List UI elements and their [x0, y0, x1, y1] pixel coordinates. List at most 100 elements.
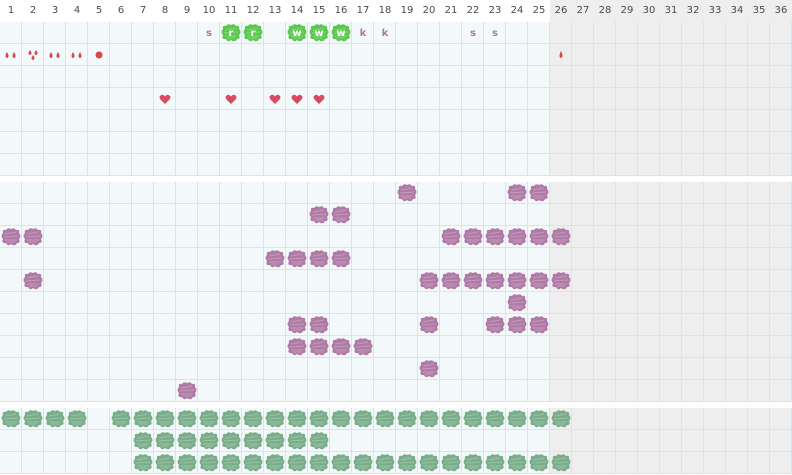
grid-cell[interactable]: [616, 380, 638, 402]
grid-cell[interactable]: [616, 88, 638, 110]
grid-cell[interactable]: [528, 22, 550, 44]
grid-cell[interactable]: [682, 182, 704, 204]
grid-cell[interactable]: [682, 270, 704, 292]
grid-cell[interactable]: [44, 66, 66, 88]
grid-cell[interactable]: [176, 248, 198, 270]
grid-cell[interactable]: [550, 292, 572, 314]
grid-cell[interactable]: [770, 270, 792, 292]
purple-check-icon[interactable]: [550, 270, 572, 292]
grid-cell[interactable]: [726, 88, 748, 110]
grid-cell[interactable]: [572, 226, 594, 248]
grid-cell[interactable]: [550, 88, 572, 110]
grid-cell[interactable]: [220, 154, 242, 176]
grid-cell[interactable]: [44, 358, 66, 380]
grid-cell[interactable]: [726, 408, 748, 430]
grid-cell[interactable]: [704, 132, 726, 154]
grid-cell[interactable]: [308, 182, 330, 204]
grid-cell[interactable]: [440, 336, 462, 358]
grid-cell[interactable]: [440, 314, 462, 336]
grid-cell[interactable]: [770, 336, 792, 358]
grid-cell[interactable]: [110, 110, 132, 132]
grid-cell[interactable]: [528, 248, 550, 270]
purple-check-icon[interactable]: [330, 336, 352, 358]
purple-check-icon[interactable]: [440, 226, 462, 248]
grid-cell[interactable]: [132, 270, 154, 292]
green-check-icon[interactable]: [286, 452, 308, 474]
green-check-icon[interactable]: [110, 408, 132, 430]
grid-cell[interactable]: [462, 44, 484, 66]
grid-cell[interactable]: [374, 88, 396, 110]
grid-cell[interactable]: [0, 430, 22, 452]
grid-cell[interactable]: [396, 430, 418, 452]
grid-cell[interactable]: [110, 336, 132, 358]
grid-cell[interactable]: [198, 380, 220, 402]
grid-cell[interactable]: [594, 182, 616, 204]
grid-cell[interactable]: [704, 110, 726, 132]
grid-cell[interactable]: [616, 110, 638, 132]
grid-cell[interactable]: [396, 44, 418, 66]
grid-cell[interactable]: [66, 380, 88, 402]
grid-cell[interactable]: [44, 248, 66, 270]
grid-cell[interactable]: [352, 226, 374, 248]
grid-cell[interactable]: [110, 154, 132, 176]
grid-cell[interactable]: [638, 358, 660, 380]
grid-cell[interactable]: [0, 336, 22, 358]
grid-cell[interactable]: [550, 154, 572, 176]
grid-cell[interactable]: [660, 270, 682, 292]
grid-cell[interactable]: [286, 154, 308, 176]
grid-cell[interactable]: [66, 358, 88, 380]
grid-cell[interactable]: [374, 380, 396, 402]
grid-cell[interactable]: [418, 204, 440, 226]
green-check-icon[interactable]: [308, 408, 330, 430]
grid-cell[interactable]: [396, 314, 418, 336]
grid-cell[interactable]: [726, 358, 748, 380]
grid-cell[interactable]: [198, 248, 220, 270]
grid-cell[interactable]: [550, 132, 572, 154]
grid-cell[interactable]: [154, 358, 176, 380]
green-check-icon[interactable]: [484, 408, 506, 430]
grid-cell[interactable]: [638, 22, 660, 44]
green-check-icon[interactable]: [132, 408, 154, 430]
grid-cell[interactable]: [418, 226, 440, 248]
green-check-icon[interactable]: [330, 408, 352, 430]
grid-cell[interactable]: [770, 22, 792, 44]
grid-cell[interactable]: [198, 88, 220, 110]
grid-cell[interactable]: [330, 270, 352, 292]
grid-cell[interactable]: [352, 358, 374, 380]
grid-cell[interactable]: [638, 182, 660, 204]
purple-check-icon[interactable]: [396, 182, 418, 204]
grid-cell[interactable]: [660, 380, 682, 402]
purple-check-icon[interactable]: [286, 248, 308, 270]
grid-cell[interactable]: [0, 292, 22, 314]
grid-cell[interactable]: [726, 336, 748, 358]
grid-cell[interactable]: [528, 110, 550, 132]
grid-cell[interactable]: [572, 270, 594, 292]
purple-check-icon[interactable]: [550, 226, 572, 248]
grid-cell[interactable]: [198, 336, 220, 358]
grid-cell[interactable]: [726, 452, 748, 474]
grid-cell[interactable]: [528, 66, 550, 88]
grid-cell[interactable]: [88, 226, 110, 248]
grid-cell[interactable]: [440, 132, 462, 154]
green-letter-check-icon[interactable]: w: [308, 22, 330, 44]
grid-cell[interactable]: [198, 66, 220, 88]
grid-cell[interactable]: [528, 292, 550, 314]
grid-cell[interactable]: [242, 66, 264, 88]
grid-cell[interactable]: [374, 66, 396, 88]
grid-cell[interactable]: [704, 44, 726, 66]
grid-cell[interactable]: [198, 226, 220, 248]
grid-cell[interactable]: [682, 380, 704, 402]
grid-cell[interactable]: [396, 358, 418, 380]
letter-mark[interactable]: k: [374, 22, 396, 44]
green-check-icon[interactable]: [132, 452, 154, 474]
grid-cell[interactable]: [638, 380, 660, 402]
grid-cell[interactable]: [286, 292, 308, 314]
purple-check-icon[interactable]: [418, 270, 440, 292]
grid-cell[interactable]: [660, 430, 682, 452]
grid-cell[interactable]: [638, 248, 660, 270]
grid-cell[interactable]: [66, 226, 88, 248]
grid-cell[interactable]: [88, 66, 110, 88]
purple-check-icon[interactable]: [308, 248, 330, 270]
grid-cell[interactable]: [220, 380, 242, 402]
grid-cell[interactable]: [286, 270, 308, 292]
